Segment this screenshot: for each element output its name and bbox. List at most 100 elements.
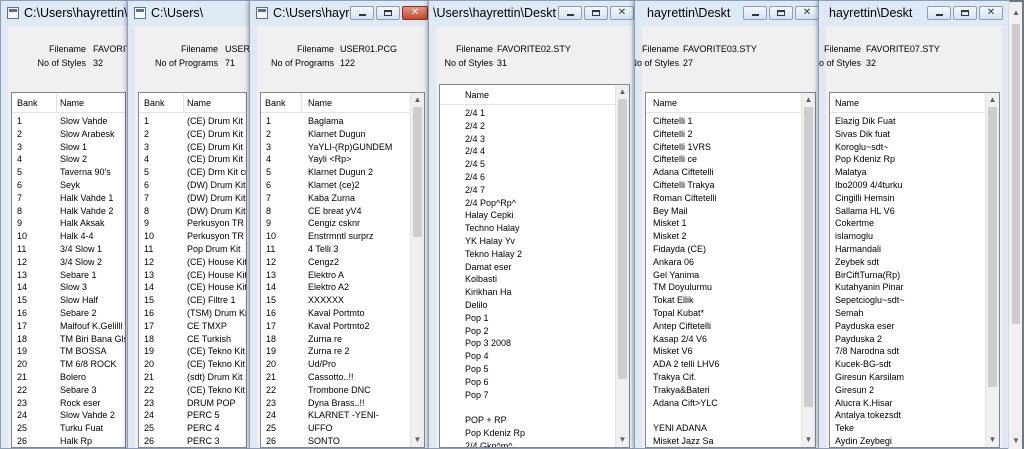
list-item[interactable]: Kolbasti — [440, 273, 615, 286]
list-item[interactable]: Koroglu~sdt~ — [830, 141, 985, 154]
list-item[interactable]: 7 Halk Vahde 1 — [12, 192, 125, 205]
title-bar[interactable]: hayrettin\Deskt ✕ — [819, 1, 1009, 26]
list-item[interactable]: 19 (CE) Tekno Kit 1 — [139, 345, 246, 358]
list-item[interactable]: 2 (CE) Drum Kit 2 — [139, 128, 246, 141]
scroll-up-icon[interactable]: ▲ — [411, 93, 424, 107]
list-item[interactable]: Alucra K.Hisar — [830, 397, 985, 410]
scroll-thumb[interactable] — [413, 107, 422, 237]
list-item[interactable]: 16 (TSM) Drum Kit 1 — [139, 307, 246, 320]
list-item[interactable]: Ciftetelli 2 — [646, 128, 801, 141]
list-item[interactable]: Antalya tokezsdt — [830, 409, 985, 422]
list-item[interactable]: 8 (DW) Drum Kit 3 — [139, 205, 246, 218]
list-item[interactable]: 1 Slow Vahde — [12, 115, 125, 128]
list-item[interactable]: 26 PERC 3 — [139, 435, 246, 447]
list-item[interactable]: 2/4 7 — [440, 184, 615, 197]
list-item[interactable]: Misket Jazz Sa — [646, 435, 801, 447]
list-item[interactable]: 20 TM 6/8 ROCK — [12, 358, 125, 371]
list-item[interactable]: 6 Klarnet (ce)2 — [261, 179, 410, 192]
list-item[interactable]: 3 YaYLI-(Rp)GUNDEM — [261, 141, 410, 154]
list-item[interactable]: 9 Perkusyon TR 1 — [139, 217, 246, 230]
list-item[interactable]: 19 Zurna re 2 — [261, 345, 410, 358]
list-item[interactable]: Adana Ciftetelli — [646, 166, 801, 179]
list-item[interactable]: Pop 7 — [440, 389, 615, 402]
list-item[interactable]: 12 Cengz2 — [261, 256, 410, 269]
list-item[interactable]: Giresun Karsilam — [830, 371, 985, 384]
list-item[interactable]: 23 Dyna Brass..!! — [261, 397, 410, 410]
list-item[interactable]: 2 Slow Arabesk — [12, 128, 125, 141]
list-item[interactable]: 5 (CE) Drm Kit cmp — [139, 166, 246, 179]
maximize-button[interactable] — [769, 6, 793, 20]
list-item[interactable]: 13 Elektro A — [261, 269, 410, 282]
list-item[interactable]: 10 Halk 4-4 — [12, 230, 125, 243]
list-item[interactable]: POP + RP — [440, 414, 615, 427]
list-item[interactable]: 6 (DW) Drum Kit — [139, 179, 246, 192]
maximize-button[interactable] — [584, 6, 608, 20]
program-list[interactable]: Bank Name 1 Baglama 2 Klarnet Dugun 3 YaYLI-(… — [260, 92, 425, 448]
list-item[interactable]: Pop Kdeniz Rp — [830, 153, 985, 166]
list-item[interactable]: Sepetcioglu~sdt~ — [830, 294, 985, 307]
list-item[interactable]: 8 CE breat yV4 — [261, 205, 410, 218]
list-item[interactable]: Malatya — [830, 166, 985, 179]
vertical-scrollbar[interactable]: ▲ ▼ — [410, 93, 424, 447]
list-item[interactable]: Gel Yanima — [646, 269, 801, 282]
list-item[interactable]: 23 Rock eser — [12, 397, 125, 410]
list-item[interactable]: Bey Mail — [646, 205, 801, 218]
title-bar[interactable]: C:\Users\hayrettin\De — [1, 1, 135, 26]
style-list[interactable]: Name Ciftetelli 1 Ciftetelli 2 Ciftetelli … — [645, 92, 816, 448]
scroll-up-icon[interactable]: ▲ — [616, 85, 629, 99]
list-item[interactable]: Ciftetelli Trakya — [646, 179, 801, 192]
list-item[interactable]: Ibo2009 4/4turku — [830, 179, 985, 192]
vertical-scrollbar[interactable]: ▲ ▼ — [801, 93, 815, 447]
list-item[interactable]: 3 (CE) Drum Kit 3 — [139, 141, 246, 154]
list-item[interactable]: Trakya&Bateri — [646, 384, 801, 397]
list-item[interactable]: 24 Slow Vahde 2 — [12, 409, 125, 422]
scroll-down-icon[interactable]: ▼ — [1009, 434, 1023, 448]
list-item[interactable]: 2/4 5 — [440, 158, 615, 171]
list-item[interactable]: 1 (CE) Drum Kit 1 — [139, 115, 246, 128]
list-item[interactable]: 25 UFFO — [261, 422, 410, 435]
list-item[interactable]: 3 Slow 1 — [12, 141, 125, 154]
background-window-scrollbar[interactable]: ▲ ▼ — [1008, 2, 1022, 449]
list-item[interactable]: Pop 6 — [440, 376, 615, 389]
list-item[interactable]: 17 CE TMXP — [139, 320, 246, 333]
scroll-up-icon[interactable]: ▲ — [986, 93, 999, 107]
list-item[interactable]: islamoglu — [830, 230, 985, 243]
list-item[interactable]: BirCiftTurna(Rp) — [830, 269, 985, 282]
close-button[interactable]: ✕ — [979, 6, 1003, 20]
list-item[interactable]: 21 Cassotto..!! — [261, 371, 410, 384]
column-header-name[interactable]: Name — [465, 90, 489, 100]
list-item[interactable]: 24 PERC 5 — [139, 409, 246, 422]
list-item[interactable]: 13 (CE) House Kit 2 — [139, 269, 246, 282]
list-item[interactable]: 14 Slow 3 — [12, 281, 125, 294]
close-button[interactable]: ✕ — [402, 6, 428, 20]
list-item[interactable]: Aydin Zeybegi — [830, 435, 985, 447]
list-item[interactable]: 12 (CE) House Kit 1 — [139, 256, 246, 269]
list-item[interactable]: Payduska 2 — [830, 333, 985, 346]
list-item[interactable]: Kutahyanin Pinar — [830, 281, 985, 294]
list-item[interactable]: Delilo — [440, 299, 615, 312]
list-item[interactable]: Giresun 2 — [830, 384, 985, 397]
scroll-down-icon[interactable]: ▼ — [802, 433, 815, 447]
list-item[interactable]: YENI ADANA — [646, 422, 801, 435]
minimize-button[interactable] — [927, 6, 951, 20]
list-item[interactable]: Damat eser — [440, 261, 615, 274]
column-header-name[interactable]: Name — [60, 98, 84, 108]
list-item[interactable]: 2/4 Pop^Rp^ — [440, 197, 615, 210]
list-item[interactable]: Topal Kubat* — [646, 307, 801, 320]
list-item[interactable]: Misket 2 — [646, 230, 801, 243]
list-item[interactable]: 2/4 6 — [440, 171, 615, 184]
list-item[interactable]: 18 CE Turkish — [139, 333, 246, 346]
list-item[interactable]: 7 (DW) Drum Kit 2 — [139, 192, 246, 205]
list-item[interactable]: 9 Halk Aksak — [12, 217, 125, 230]
scroll-thumb[interactable] — [618, 99, 627, 379]
list-item[interactable]: Fidayda (CE) — [646, 243, 801, 256]
list-item[interactable]: YK Halay Yv — [440, 235, 615, 248]
scroll-up-icon[interactable]: ▲ — [802, 93, 815, 107]
list-item[interactable]: Zeybek sdt — [830, 256, 985, 269]
list-item[interactable]: 2/4 1 — [440, 107, 615, 120]
close-button[interactable]: ✕ — [795, 6, 819, 20]
list-item[interactable]: 11 4 Telli 3 — [261, 243, 410, 256]
minimize-button[interactable] — [558, 6, 582, 20]
list-item[interactable]: 17 Kaval Portmto2 — [261, 320, 410, 333]
list-item[interactable]: Pop 4 — [440, 350, 615, 363]
